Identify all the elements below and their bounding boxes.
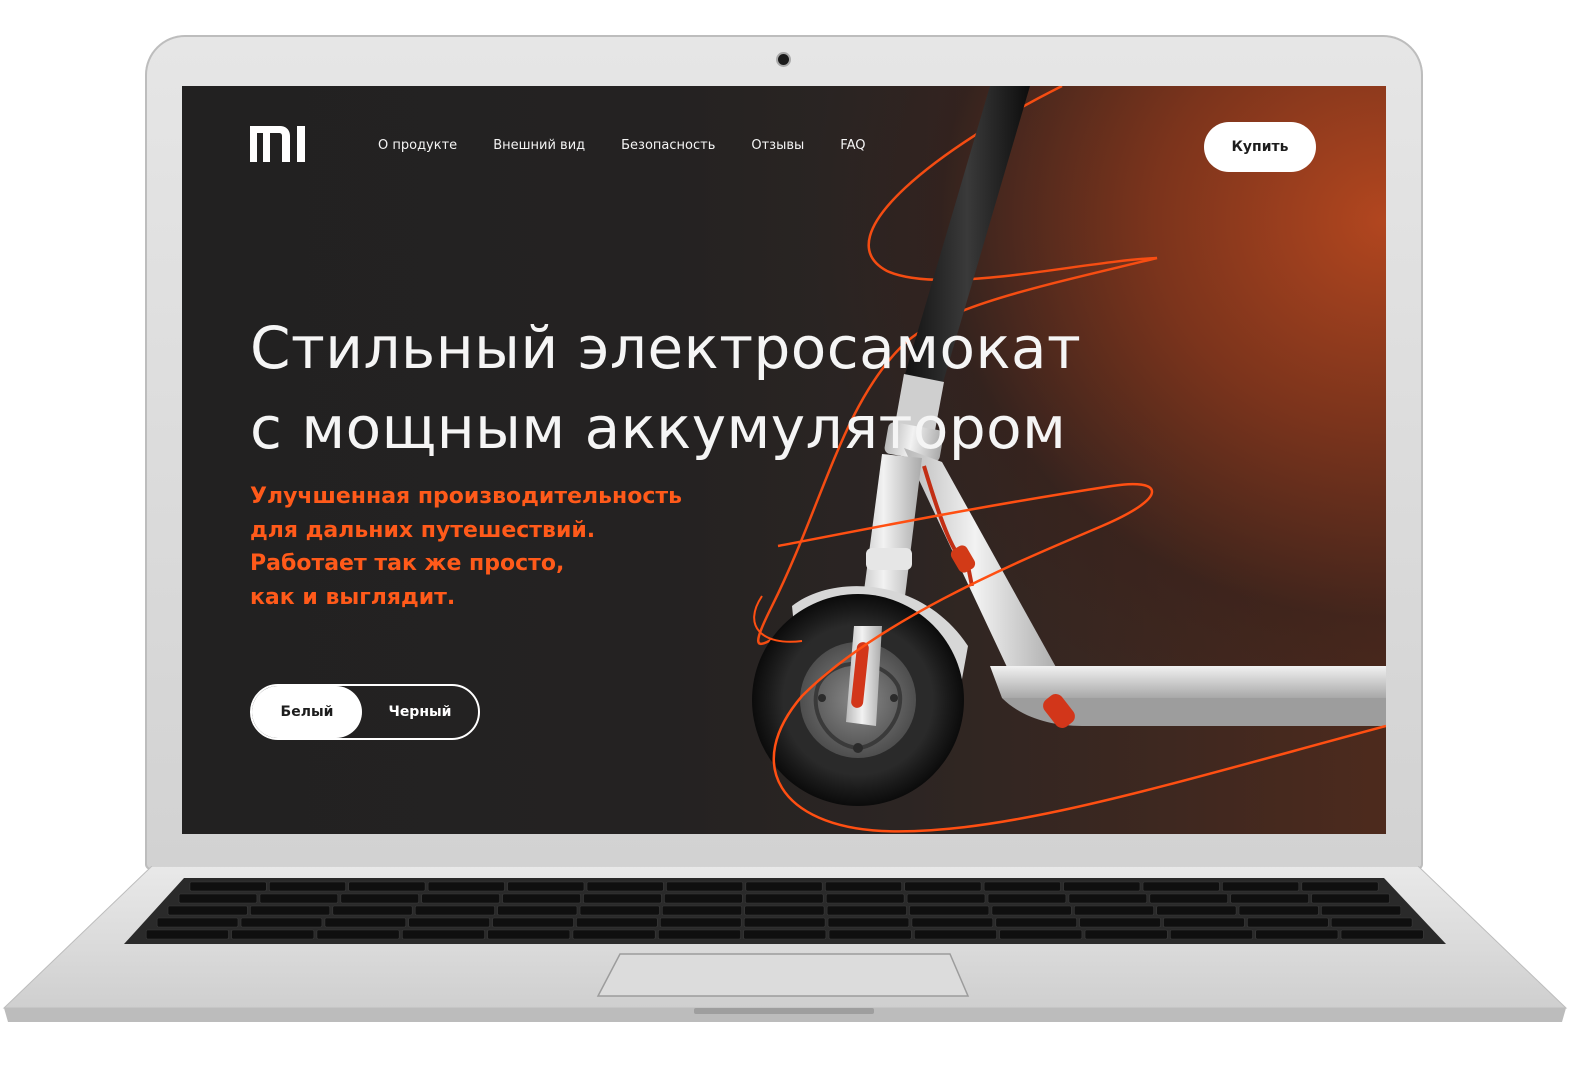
keyboard-key [250, 905, 331, 916]
keyboard-key [586, 881, 664, 892]
keyboard-key [502, 893, 581, 904]
keyboard-key [827, 917, 910, 928]
hero-title-line: Стильный электросамокат [250, 314, 1082, 382]
hero-title-line: с мощным аккумулятором [250, 394, 1067, 462]
keyboard-key [1149, 893, 1229, 904]
keyboard-key [427, 881, 505, 892]
keyboard-key [666, 881, 744, 892]
keyboard-key [576, 917, 658, 928]
keyboard-key [167, 905, 248, 916]
keyboard-key [189, 881, 267, 892]
keyboard-key [1079, 917, 1161, 928]
keyboard-key [1163, 917, 1245, 928]
keyboard-key [408, 917, 490, 928]
keyboard-key [268, 881, 346, 892]
keyboard-key [991, 905, 1072, 916]
keyboard-key [661, 905, 742, 916]
keyboard-key [987, 893, 1067, 904]
keyboard-key [999, 929, 1083, 940]
keyboard-key [743, 917, 826, 928]
hero-title: Стильный электросамокат с мощным аккумул… [250, 308, 1290, 468]
keyboard-key [145, 929, 229, 940]
keyboard-key [1170, 929, 1253, 940]
keyboard-key [744, 905, 825, 916]
keyboard-key [1301, 881, 1379, 892]
keyboard-key [744, 893, 824, 904]
color-option-black[interactable]: Черный [364, 686, 476, 738]
keyboard-key [911, 917, 994, 928]
keyboard-key [332, 905, 413, 916]
laptop-mockup: О продукте Внешний вид Безопасность Отзы… [0, 0, 1588, 1080]
keyboard-key [995, 917, 1077, 928]
keyboard-key [983, 881, 1061, 892]
hero-subtitle-line: как и выглядит. [250, 584, 456, 610]
hero-subtitle-line: Работает так же просто, [250, 551, 565, 576]
keyboard-key [1247, 917, 1329, 928]
nav-item-appearance[interactable]: Внешний вид [493, 138, 585, 153]
keyboard-key [1084, 929, 1168, 940]
keyboard-key [259, 893, 339, 904]
keyboard-key [348, 881, 426, 892]
keyboard-key [1230, 893, 1309, 904]
keyboard-key [340, 893, 419, 904]
website-screen: О продукте Внешний вид Безопасность Отзы… [182, 86, 1386, 834]
keyboard-key [579, 905, 660, 916]
buy-button[interactable]: Купить [1204, 122, 1316, 172]
webcam-icon [778, 54, 789, 65]
nav-item-safety[interactable]: Безопасность [621, 138, 715, 153]
keyboard-key [1156, 905, 1237, 916]
keyboard-key [507, 881, 585, 892]
keyboard-key [497, 905, 578, 916]
keyboard-key [1074, 905, 1155, 916]
keyboard-key [909, 905, 990, 916]
color-toggle: Белый Черный [250, 684, 480, 740]
keyboard-key [913, 929, 997, 940]
hero-subtitle: Улучшенная производительность для дальни… [250, 480, 730, 614]
keyboard-key [324, 917, 407, 928]
keyboard-key [240, 917, 323, 928]
keyboard-key [1321, 905, 1402, 916]
keyboard-key [657, 929, 741, 940]
hero-subtitle-line: для дальних путешествий. [250, 517, 596, 543]
keyboard-key [828, 929, 912, 940]
keyboard-key [826, 905, 907, 916]
keyboard-key [1330, 917, 1413, 928]
keyboard-key [664, 893, 743, 904]
keyboard-key [492, 917, 574, 928]
color-option-white[interactable]: Белый [252, 686, 362, 738]
keyboard-key [421, 893, 500, 904]
keyboard-key [904, 881, 982, 892]
keyboard-key [743, 929, 827, 940]
hero-subtitle-line: Улучшенная производительность [250, 484, 683, 509]
keyboard-key [583, 893, 662, 904]
keyboard-key [401, 929, 485, 940]
keyboard-key [1340, 929, 1424, 940]
nav-item-reviews[interactable]: Отзывы [751, 138, 804, 153]
keyboard-key [1068, 893, 1148, 904]
keyboard-key [156, 917, 239, 928]
keyboard-key [825, 893, 905, 904]
nav-item-about[interactable]: О продукте [378, 138, 457, 153]
keyboard-key [572, 929, 656, 940]
main-nav: О продукте Внешний вид Безопасность Отзы… [378, 138, 865, 153]
nav-item-faq[interactable]: FAQ [840, 138, 865, 153]
keyboard-key [1255, 929, 1339, 940]
keyboard-key [745, 881, 823, 892]
keyboard-key [659, 917, 742, 928]
keyboard-key [414, 905, 495, 916]
keyboard-key [231, 929, 315, 940]
keyboard-key [1238, 905, 1319, 916]
keyboard-key [1063, 881, 1141, 892]
laptop-keyboard-base [2, 866, 1568, 1022]
keyboard-key [1142, 881, 1220, 892]
keyboard-key [487, 929, 571, 940]
keyboard-key [1311, 893, 1390, 904]
keyboard-key [178, 893, 258, 904]
keyboard-key [906, 893, 986, 904]
keyboard-key [1222, 881, 1300, 892]
keyboard-key [824, 881, 902, 892]
keyboard-key [316, 929, 400, 940]
